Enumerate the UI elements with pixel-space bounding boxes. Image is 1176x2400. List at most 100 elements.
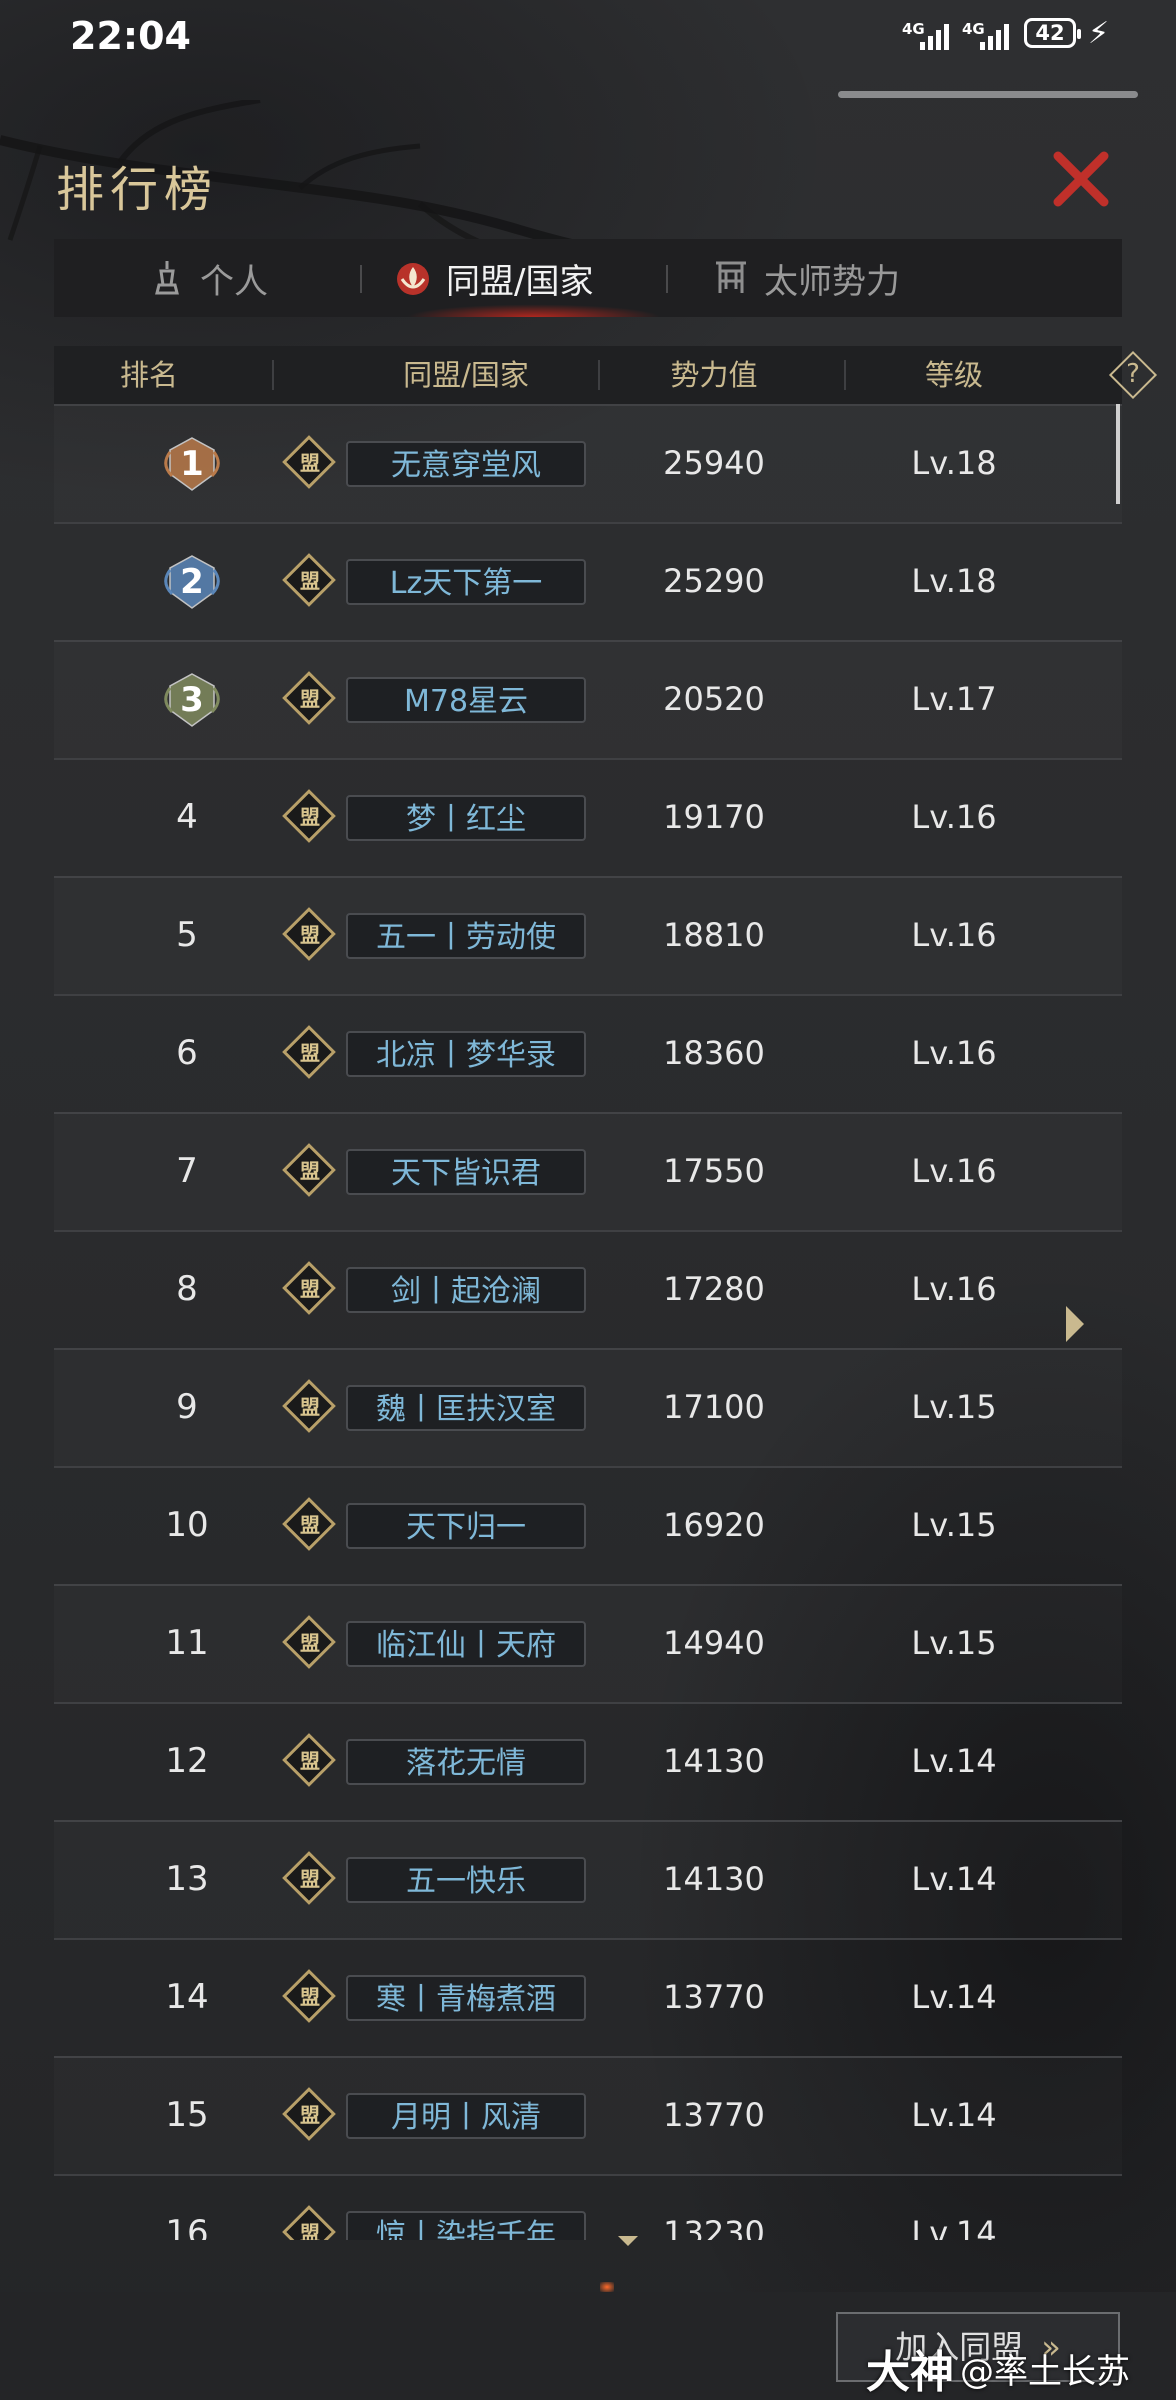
table-row[interactable]: 3 盟 M78星云 20520 Lv.17 [54, 640, 1122, 760]
charging-icon: ⚡ [1088, 16, 1110, 51]
rank-number: 4 [176, 797, 198, 837]
table-row[interactable]: 15 盟 月明丨风清 13770 Lv.14 [54, 2056, 1122, 2176]
alliance-name-button[interactable]: 天下归一 [346, 1503, 586, 1549]
table-row[interactable]: 12 盟 落花无情 14130 Lv.14 [54, 1702, 1122, 1822]
ranking-list[interactable]: 1 盟 无意穿堂风 25940 Lv.18 2 盟 Lz天下第一 25290 Lv.18 3 盟 M78… [54, 404, 1122, 2240]
signal-bars-icon-2 [980, 22, 1012, 50]
level-value: Lv.17 [911, 680, 997, 718]
badge-char: 盟 [300, 569, 320, 593]
table-row[interactable]: 8 盟 剑丨起沧澜 17280 Lv.16 [54, 1230, 1122, 1350]
alliance-name-button[interactable]: 寒丨青梅煮酒 [346, 1975, 586, 2021]
power-value: 17550 [663, 1152, 765, 1190]
alliance-name-button[interactable]: 五一快乐 [346, 1857, 586, 1903]
tab-grand-tutor[interactable]: 太师势力 [712, 239, 900, 317]
chevron-down-icon [618, 2236, 638, 2246]
alliance-badge-icon: 盟 [282, 1733, 336, 1787]
rank-number: 12 [165, 1741, 209, 1781]
rank-number: 7 [176, 1151, 198, 1191]
table-row[interactable]: 7 盟 天下皆识君 17550 Lv.16 [54, 1112, 1122, 1232]
badge-char: 盟 [300, 1159, 320, 1183]
rank-number: 9 [176, 1387, 198, 1427]
rank-number: 14 [165, 1977, 209, 2017]
close-icon[interactable] [1052, 150, 1110, 208]
alliance-name-button[interactable]: 北凉丨梦华录 [346, 1031, 586, 1077]
rank-number: 5 [176, 915, 198, 955]
rank-number: 8 [176, 1269, 198, 1309]
alliance-name-button[interactable]: 临江仙丨天府 [346, 1621, 586, 1667]
alliance-name-button[interactable]: 惊丨染指千年 [346, 2211, 586, 2240]
rank-number: 2 [180, 562, 204, 602]
badge-char: 盟 [300, 1395, 320, 1419]
column-divider [272, 360, 274, 390]
alliance-name-button[interactable]: 梦丨红尘 [346, 795, 586, 841]
badge-char: 盟 [300, 805, 320, 829]
signal-bars-icon-1 [920, 22, 952, 50]
banner-icon [716, 261, 746, 293]
alliance-name-button[interactable]: Lz天下第一 [346, 559, 586, 605]
drag-handle[interactable] [838, 91, 1138, 98]
table-row[interactable]: 13 盟 五一快乐 14130 Lv.14 [54, 1820, 1122, 1940]
level-value: Lv.14 [911, 2096, 997, 2134]
column-divider [598, 360, 600, 390]
column-header-power: 势力值 [670, 358, 758, 392]
active-tab-indicator [354, 295, 714, 317]
alliance-name-button[interactable]: 剑丨起沧澜 [346, 1267, 586, 1313]
tab-divider [666, 265, 668, 293]
rank-number: 3 [180, 680, 204, 720]
alliance-name-button[interactable]: 五一丨劳动使 [346, 913, 586, 959]
alliance-badge-icon: 盟 [282, 789, 336, 843]
column-header-level: 等级 [924, 358, 983, 392]
table-row[interactable]: 9 盟 魏丨匡扶汉室 17100 Lv.15 [54, 1348, 1122, 1468]
table-row[interactable]: 11 盟 临江仙丨天府 14940 Lv.15 [54, 1584, 1122, 1704]
alliance-name-button[interactable]: M78星云 [346, 677, 586, 723]
alliance-badge-icon: 盟 [282, 1497, 336, 1551]
table-row[interactable]: 5 盟 五一丨劳动使 18810 Lv.16 [54, 876, 1122, 996]
alliance-name-button[interactable]: 月明丨风清 [346, 2093, 586, 2139]
watermark-brand: 大神 [866, 2347, 954, 2398]
alliance-badge-icon: 盟 [282, 1851, 336, 1905]
rank-number: 10 [165, 1505, 209, 1545]
alliance-badge-icon: 盟 [282, 1379, 336, 1433]
power-value: 18360 [663, 1034, 765, 1072]
badge-char: 盟 [300, 1041, 320, 1065]
tab-personal[interactable]: 个人 [148, 239, 268, 317]
chevron-right-icon[interactable] [1066, 1306, 1084, 1342]
column-divider [844, 360, 846, 390]
table-row[interactable]: 14 盟 寒丨青梅煮酒 13770 Lv.14 [54, 1938, 1122, 2058]
table-row[interactable]: 2 盟 Lz天下第一 25290 Lv.18 [54, 522, 1122, 642]
badge-char: 盟 [300, 451, 320, 475]
table-row[interactable]: 4 盟 梦丨红尘 19170 Lv.16 [54, 758, 1122, 878]
tab-divider [360, 265, 362, 293]
column-header-rank: 排名 [119, 358, 178, 392]
column-header-name: 同盟/国家 [403, 358, 529, 392]
table-header: 排名 同盟/国家 势力值 等级 ? [54, 346, 1158, 406]
scrollbar[interactable] [1116, 404, 1120, 504]
table-row[interactable]: 1 盟 无意穿堂风 25940 Lv.18 [54, 404, 1122, 524]
table-row[interactable]: 10 盟 天下归一 16920 Lv.15 [54, 1466, 1122, 1586]
alliance-name-button[interactable]: 无意穿堂风 [346, 441, 586, 487]
tower-icon [155, 261, 179, 295]
table-row[interactable]: 6 盟 北凉丨梦华录 18360 Lv.16 [54, 994, 1122, 1114]
rank-number: 15 [165, 2095, 209, 2135]
alliance-name-button[interactable]: 落花无情 [346, 1739, 586, 1785]
alliance-badge-icon: 盟 [282, 1261, 336, 1315]
alliance-badge-icon: 盟 [282, 2087, 336, 2141]
watermark-user: @率土长苏 [960, 2352, 1130, 2392]
level-value: Lv.16 [911, 916, 997, 954]
power-value: 14130 [663, 1860, 765, 1898]
alliance-badge-icon: 盟 [282, 435, 336, 489]
level-value: Lv.14 [911, 1978, 997, 2016]
lotus-icon [397, 263, 429, 295]
rank-number: 6 [176, 1033, 198, 1073]
table-row[interactable]: 16 盟 惊丨染指千年 13230 Lv.14 [54, 2174, 1122, 2240]
level-value: Lv.15 [911, 1506, 997, 1544]
power-value: 17280 [663, 1270, 765, 1308]
level-value: Lv.18 [911, 444, 997, 482]
alliance-name-button[interactable]: 天下皆识君 [346, 1149, 586, 1195]
alliance-name-button[interactable]: 魏丨匡扶汉室 [346, 1385, 586, 1431]
power-value: 16920 [663, 1506, 765, 1544]
level-value: Lv.14 [911, 1860, 997, 1898]
badge-char: 盟 [300, 2221, 320, 2240]
level-value: Lv.16 [911, 1152, 997, 1190]
level-value: Lv.15 [911, 1388, 997, 1426]
